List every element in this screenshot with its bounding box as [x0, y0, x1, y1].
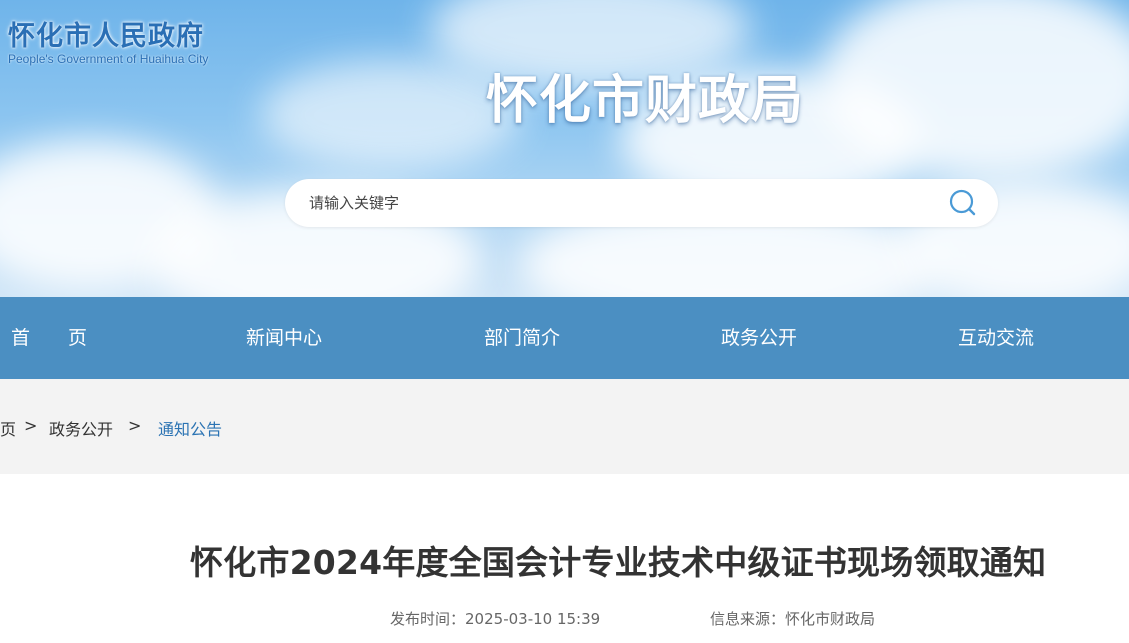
nav-item-government-affairs[interactable]: 政务公开	[721, 297, 797, 379]
breadcrumb-home[interactable]: 页	[0, 416, 16, 440]
publish-time-label: 发布时间：	[390, 610, 466, 628]
nav-item-home[interactable]: 首 页	[11, 297, 87, 379]
article-source: 信息来源：怀化市财政局	[710, 608, 875, 629]
source-value: 怀化市财政局	[785, 610, 876, 628]
article-title: 怀化市2024年度全国会计专业技术中级证书现场领取通知	[190, 543, 1047, 582]
city-government-logo-subtitle: People's Government of Huaihua City	[8, 52, 209, 66]
breadcrumb-separator: >	[24, 416, 38, 435]
site-title: 怀化市财政局	[486, 71, 805, 131]
breadcrumb: 页 > 政务公开 > 通知公告	[0, 379, 1129, 474]
main-nav: 首 页 新闻中心 部门简介 政务公开 互动交流	[0, 297, 1129, 379]
search-icon[interactable]	[948, 188, 978, 218]
publish-time: 发布时间：2025-03-10 15:39	[390, 608, 600, 629]
breadcrumb-separator: >	[128, 416, 142, 435]
header-banner: 怀化市人民政府 People's Government of Huaihua C…	[0, 0, 1129, 297]
nav-item-department-intro[interactable]: 部门简介	[484, 297, 560, 379]
nav-item-interaction[interactable]: 互动交流	[958, 297, 1034, 379]
breadcrumb-government-affairs[interactable]: 政务公开	[49, 416, 113, 440]
search-input[interactable]	[309, 179, 929, 227]
cloud-decoration	[260, 60, 520, 170]
breadcrumb-notices[interactable]: 通知公告	[158, 416, 222, 440]
nav-item-news-center[interactable]: 新闻中心	[246, 297, 322, 379]
city-government-logo[interactable]: 怀化市人民政府	[8, 14, 204, 53]
search-bar	[285, 179, 998, 227]
source-label: 信息来源：	[710, 610, 786, 628]
publish-time-value: 2025-03-10 15:39	[465, 610, 601, 628]
